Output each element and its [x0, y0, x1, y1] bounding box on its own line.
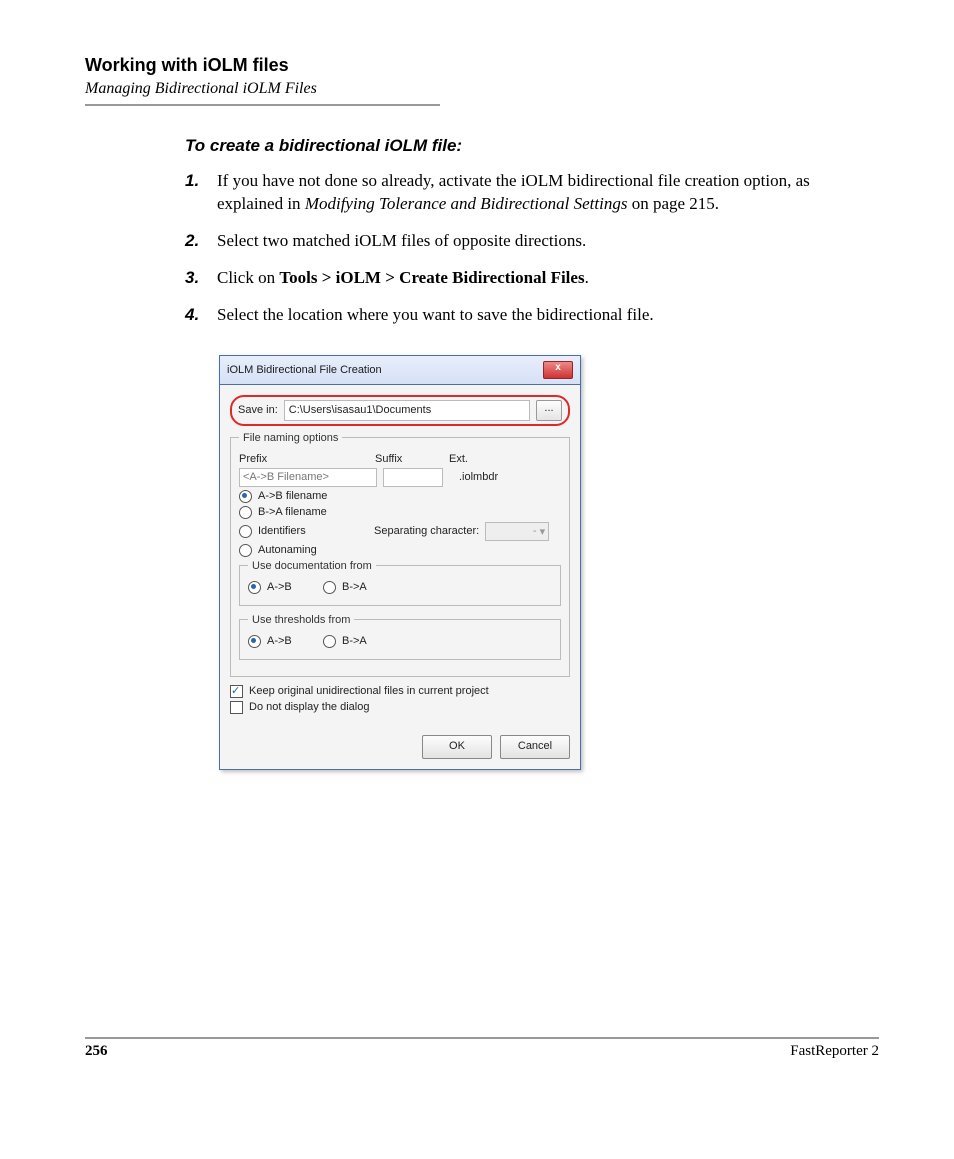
step-text-bold: Tools > iOLM > Create Bidirectional File… — [279, 268, 584, 287]
save-in-path[interactable]: C:\Users\isasau1\Documents — [284, 400, 530, 421]
dialog-title: iOLM Bidirectional File Creation — [227, 364, 382, 376]
step-body: Select the location where you want to sa… — [217, 304, 879, 327]
ok-button[interactable]: OK — [422, 735, 492, 759]
step-number: 3. — [185, 267, 217, 290]
use-documentation-legend: Use documentation from — [248, 560, 376, 572]
use-thresholds-fieldset: Use thresholds from A->B B->A — [239, 614, 561, 660]
step-body: Select two matched iOLM files of opposit… — [217, 230, 879, 253]
radio-autonaming[interactable] — [239, 544, 252, 557]
radio-identifiers[interactable] — [239, 525, 252, 538]
step-2: 2. Select two matched iOLM files of oppo… — [185, 230, 879, 253]
step-text-pre: Select the location where you want to sa… — [217, 305, 654, 324]
page-footer: 256 FastReporter 2 — [85, 1037, 879, 1060]
ext-label: Ext. — [449, 453, 468, 465]
prefix-input[interactable]: <A->B Filename> — [239, 468, 377, 487]
thresh-radio-ab-label: A->B — [267, 635, 317, 647]
step-text-pre: Select two matched iOLM files of opposit… — [217, 231, 586, 250]
product-name: FastReporter 2 — [790, 1043, 879, 1060]
radio-ab-filename-label: A->B filename — [258, 490, 327, 502]
doc-radio-ba[interactable] — [323, 581, 336, 594]
radio-autonaming-label: Autonaming — [258, 544, 317, 556]
doc-radio-ba-label: B->A — [342, 581, 367, 593]
step-body: If you have not done so already, activat… — [217, 170, 879, 216]
radio-ab-filename[interactable] — [239, 490, 252, 503]
step-text-pre: Click on — [217, 268, 279, 287]
step-body: Click on Tools > iOLM > Create Bidirecti… — [217, 267, 879, 290]
keep-original-checkbox[interactable] — [230, 685, 243, 698]
step-number: 4. — [185, 304, 217, 327]
step-number: 2. — [185, 230, 217, 253]
ext-value: .iolmbdr — [459, 471, 498, 483]
save-in-label: Save in: — [238, 404, 278, 416]
prefix-label: Prefix — [239, 453, 369, 465]
radio-ba-filename-label: B->A filename — [258, 506, 327, 518]
close-button[interactable]: x — [543, 361, 573, 379]
radio-identifiers-label: Identifiers — [258, 525, 368, 537]
step-text-italic: Modifying Tolerance and Bidirectional Se… — [305, 194, 628, 213]
save-in-row-highlight: Save in: C:\Users\isasau1\Documents ... — [230, 395, 570, 426]
thresh-radio-ba-label: B->A — [342, 635, 367, 647]
suffix-label: Suffix — [375, 453, 433, 465]
cancel-button[interactable]: Cancel — [500, 735, 570, 759]
step-1: 1. If you have not done so already, acti… — [185, 170, 879, 216]
use-documentation-fieldset: Use documentation from A->B B->A — [239, 560, 561, 606]
sep-value: - — [533, 525, 537, 537]
browse-button[interactable]: ... — [536, 400, 562, 421]
do-not-display-label: Do not display the dialog — [249, 701, 369, 713]
step-text-post: on page 215. — [627, 194, 719, 213]
page-header-title: Working with iOLM files — [85, 55, 879, 76]
step-4: 4. Select the location where you want to… — [185, 304, 879, 327]
file-naming-fieldset: File naming options Prefix Suffix Ext. <… — [230, 432, 570, 677]
file-naming-legend: File naming options — [239, 432, 342, 444]
iolm-bidir-dialog: iOLM Bidirectional File Creation x Save … — [219, 355, 581, 770]
page-header-subtitle: Managing Bidirectional iOLM Files — [85, 80, 879, 98]
step-3: 3. Click on Tools > iOLM > Create Bidire… — [185, 267, 879, 290]
thresh-radio-ab[interactable] — [248, 635, 261, 648]
page-number: 256 — [85, 1043, 108, 1060]
header-rule — [85, 104, 440, 106]
doc-radio-ab[interactable] — [248, 581, 261, 594]
thresh-radio-ba[interactable] — [323, 635, 336, 648]
suffix-input[interactable] — [383, 468, 443, 487]
use-thresholds-legend: Use thresholds from — [248, 614, 354, 626]
step-text-post: . — [585, 268, 589, 287]
separating-char-label: Separating character: — [374, 525, 479, 537]
separating-char-combo[interactable]: - ▾ — [485, 522, 549, 541]
doc-radio-ab-label: A->B — [267, 581, 317, 593]
section-title: To create a bidirectional iOLM file: — [185, 136, 879, 156]
step-number: 1. — [185, 170, 217, 216]
radio-ba-filename[interactable] — [239, 506, 252, 519]
do-not-display-checkbox[interactable] — [230, 701, 243, 714]
keep-original-label: Keep original unidirectional files in cu… — [249, 685, 489, 697]
dialog-titlebar: iOLM Bidirectional File Creation x — [220, 356, 580, 385]
